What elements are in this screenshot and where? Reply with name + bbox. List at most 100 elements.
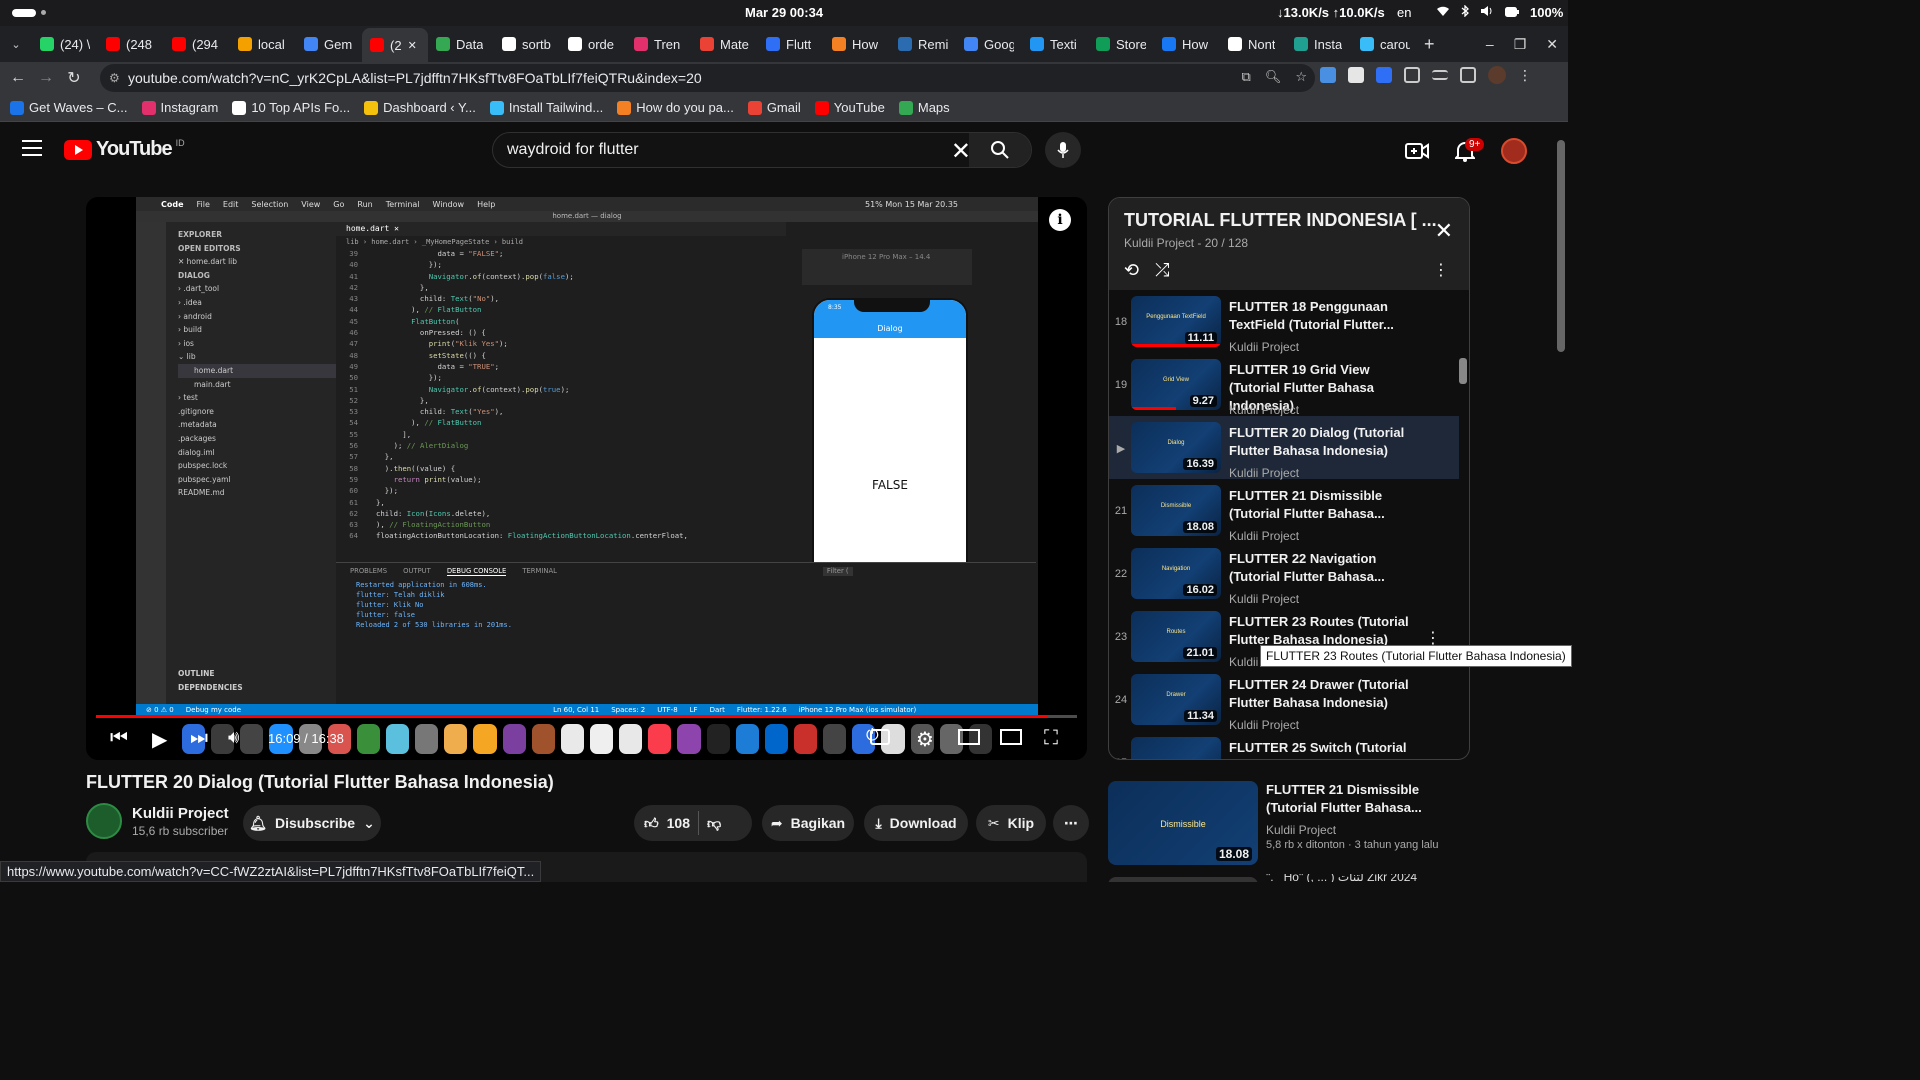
battery-icon[interactable]: [1505, 5, 1519, 20]
browser-tab[interactable]: Data: [428, 28, 494, 60]
info-icon[interactable]: i: [1049, 209, 1071, 231]
bookmark-item[interactable]: Dashboard ‹ Y...: [364, 100, 476, 115]
volume-icon[interactable]: 🔊︎: [228, 727, 239, 748]
recommended-channel[interactable]: Kuldii Project: [1266, 823, 1336, 837]
browser-tab[interactable]: Nont: [1220, 28, 1286, 60]
subscribe-button[interactable]: 🔔︎ Disubscribe ⌄: [243, 805, 381, 841]
search-input[interactable]: waydroid for flutter: [507, 141, 639, 159]
browser-tab[interactable]: Goog: [956, 28, 1022, 60]
browser-tab[interactable]: Tren: [626, 28, 692, 60]
next-recommended-video[interactable]: ". _Ho" (, ... ) لتنات Zikr 2024: [1108, 874, 1458, 882]
keyboard-language[interactable]: en: [1397, 5, 1411, 20]
subtitles-icon[interactable]: [870, 729, 890, 745]
playlist-title[interactable]: TUTORIAL FLUTTER INDONESIA [ ...: [1124, 210, 1454, 231]
browser-tab[interactable]: (24) \: [32, 28, 98, 60]
workspace-indicator[interactable]: [12, 9, 36, 17]
playlist-thumbnail[interactable]: Grid View 9.27: [1131, 359, 1221, 410]
workspace-dot[interactable]: [41, 10, 46, 15]
bookmark-item[interactable]: 10 Top APIs Fo...: [232, 100, 350, 115]
previous-icon[interactable]: ⏮: [110, 727, 128, 750]
extension-icon-2[interactable]: [1348, 67, 1364, 83]
forward-icon[interactable]: →: [32, 69, 60, 87]
playlist-thumbnail[interactable]: Navigation 16.02: [1131, 548, 1221, 599]
playlist-thumbnail[interactable]: Routes 21.01: [1131, 611, 1221, 662]
browser-tab[interactable]: (294: [164, 28, 230, 60]
system-tray[interactable]: 100%: [1436, 4, 1563, 20]
more-actions-button[interactable]: ⋯: [1053, 805, 1089, 841]
close-tab-icon[interactable]: ✕: [408, 39, 417, 52]
playlist-more-icon[interactable]: ⋮: [1433, 260, 1449, 280]
clear-search-icon[interactable]: ✕: [951, 137, 971, 166]
browser-tab[interactable]: Store: [1088, 28, 1154, 60]
playlist-scrollbar[interactable]: [1459, 358, 1467, 384]
zoom-icon[interactable]: 🔍︎: [1265, 69, 1282, 85]
browser-tab[interactable]: Texti: [1022, 28, 1088, 60]
video-player[interactable]: Code File Edit Selection View Go Run Ter…: [86, 197, 1087, 760]
theater-mode-icon[interactable]: [1000, 729, 1022, 745]
address-bar[interactable]: ⚙ youtube.com/watch?v=nC_yrK2CpLA&list=P…: [100, 64, 1315, 92]
playlist-thumbnail[interactable]: Penggunaan TextField 11.11: [1131, 296, 1221, 347]
recommended-title[interactable]: FLUTTER 21 Dismissible (Tutorial Flutter…: [1266, 781, 1446, 817]
playlist-thumbnail[interactable]: Drawer 11.34: [1131, 674, 1221, 725]
browser-tab[interactable]: (2 ✕: [362, 28, 428, 62]
browser-tab[interactable]: Mate: [692, 28, 758, 60]
channel-avatar[interactable]: [86, 803, 122, 839]
back-icon[interactable]: ←: [4, 69, 32, 87]
voice-search-button[interactable]: [1045, 132, 1081, 168]
shuffle-icon[interactable]: ⤮: [1155, 260, 1169, 281]
settings-gear-icon[interactable]: ⚙: [916, 727, 934, 752]
playlist-item[interactable]: 25 FLUTTER 25 Switch (Tutorial Flutter Ba…: [1109, 731, 1459, 759]
miniplayer-icon[interactable]: [958, 729, 980, 745]
next-icon[interactable]: ⏭: [190, 727, 208, 750]
bookmark-item[interactable]: Gmail: [747, 100, 801, 115]
playlist-item[interactable]: 18 Penggunaan TextField 11.11 FLUTTER 18 Pe…: [1109, 290, 1459, 354]
new-tab-button[interactable]: +: [1424, 34, 1435, 55]
install-app-icon[interactable]: ⧉: [1242, 69, 1251, 85]
play-icon[interactable]: ▶: [152, 727, 167, 752]
playlist-item-title[interactable]: FLUTTER 21 Dismissible (Tutorial Flutter…: [1229, 487, 1419, 523]
like-button[interactable]: 👍︎ 108: [644, 815, 690, 832]
close-playlist-icon[interactable]: ✕: [1435, 218, 1453, 244]
bookmark-item[interactable]: Get Waves – C...: [10, 100, 128, 115]
close-window-icon[interactable]: ✕: [1546, 36, 1558, 53]
media-control-icon[interactable]: [1432, 70, 1448, 80]
playlist-item[interactable]: ▶ Dialog 16.39 FLUTTER 20 Dialog (Tutorial …: [1109, 416, 1459, 480]
share-button[interactable]: ➦ Bagikan: [762, 805, 854, 841]
browser-tab[interactable]: How: [824, 28, 890, 60]
browser-tab[interactable]: (248: [98, 28, 164, 60]
fullscreen-icon[interactable]: ⛶: [1044, 727, 1058, 750]
download-button[interactable]: ⤓ Download: [864, 805, 968, 841]
bookmark-item[interactable]: Instagram: [141, 100, 218, 115]
url-text[interactable]: youtube.com/watch?v=nC_yrK2CpLA&list=PL7…: [128, 70, 702, 86]
create-video-icon[interactable]: [1405, 142, 1429, 160]
loop-icon[interactable]: ⟲: [1124, 260, 1139, 281]
browser-tab[interactable]: orde: [560, 28, 626, 60]
menu-icon[interactable]: [22, 140, 42, 156]
minimize-icon[interactable]: –: [1486, 36, 1494, 52]
maximize-icon[interactable]: ❐: [1514, 36, 1527, 53]
recommended-video[interactable]: Dismissible 18.08 FLUTTER 21 Dismissible…: [1108, 781, 1568, 867]
browser-tab[interactable]: sortb: [494, 28, 560, 60]
menu-kebab-icon[interactable]: ⋮: [1518, 67, 1532, 84]
channel-name[interactable]: Kuldii Project: [132, 805, 229, 822]
reload-icon[interactable]: ↻: [60, 68, 88, 88]
bookmark-star-icon[interactable]: ☆: [1295, 69, 1307, 85]
playlist-item-title[interactable]: FLUTTER 23 Routes (Tutorial Flutter Baha…: [1229, 613, 1419, 649]
browser-tab[interactable]: local: [230, 28, 296, 60]
bookmark-item[interactable]: Maps: [898, 100, 950, 115]
browser-tab[interactable]: How: [1154, 28, 1220, 60]
extension-icon-1[interactable]: [1320, 67, 1336, 83]
playlist-item[interactable]: 22 Navigation 16.02 FLUTTER 22 Navigation (…: [1109, 542, 1459, 606]
dislike-button[interactable]: 👎︎: [707, 815, 721, 832]
playlist-item-title[interactable]: FLUTTER 18 Penggunaan TextField (Tutoria…: [1229, 298, 1419, 334]
bluetooth-icon[interactable]: [1461, 4, 1469, 20]
volume-icon[interactable]: [1480, 5, 1494, 20]
playlist-thumbnail[interactable]: Dismissible 18.08: [1131, 485, 1221, 536]
browser-tab[interactable]: carou: [1352, 28, 1418, 60]
browser-tab[interactable]: Flutt: [758, 28, 824, 60]
site-info-icon[interactable]: ⚙: [109, 71, 120, 85]
browser-tab[interactable]: Gem: [296, 28, 362, 60]
sidepanel-icon[interactable]: [1460, 67, 1476, 83]
playlist-item[interactable]: 24 Drawer 11.34 FLUTTER 24 Drawer (Tutorial…: [1109, 668, 1459, 732]
bookmark-item[interactable]: YouTube: [814, 100, 885, 115]
